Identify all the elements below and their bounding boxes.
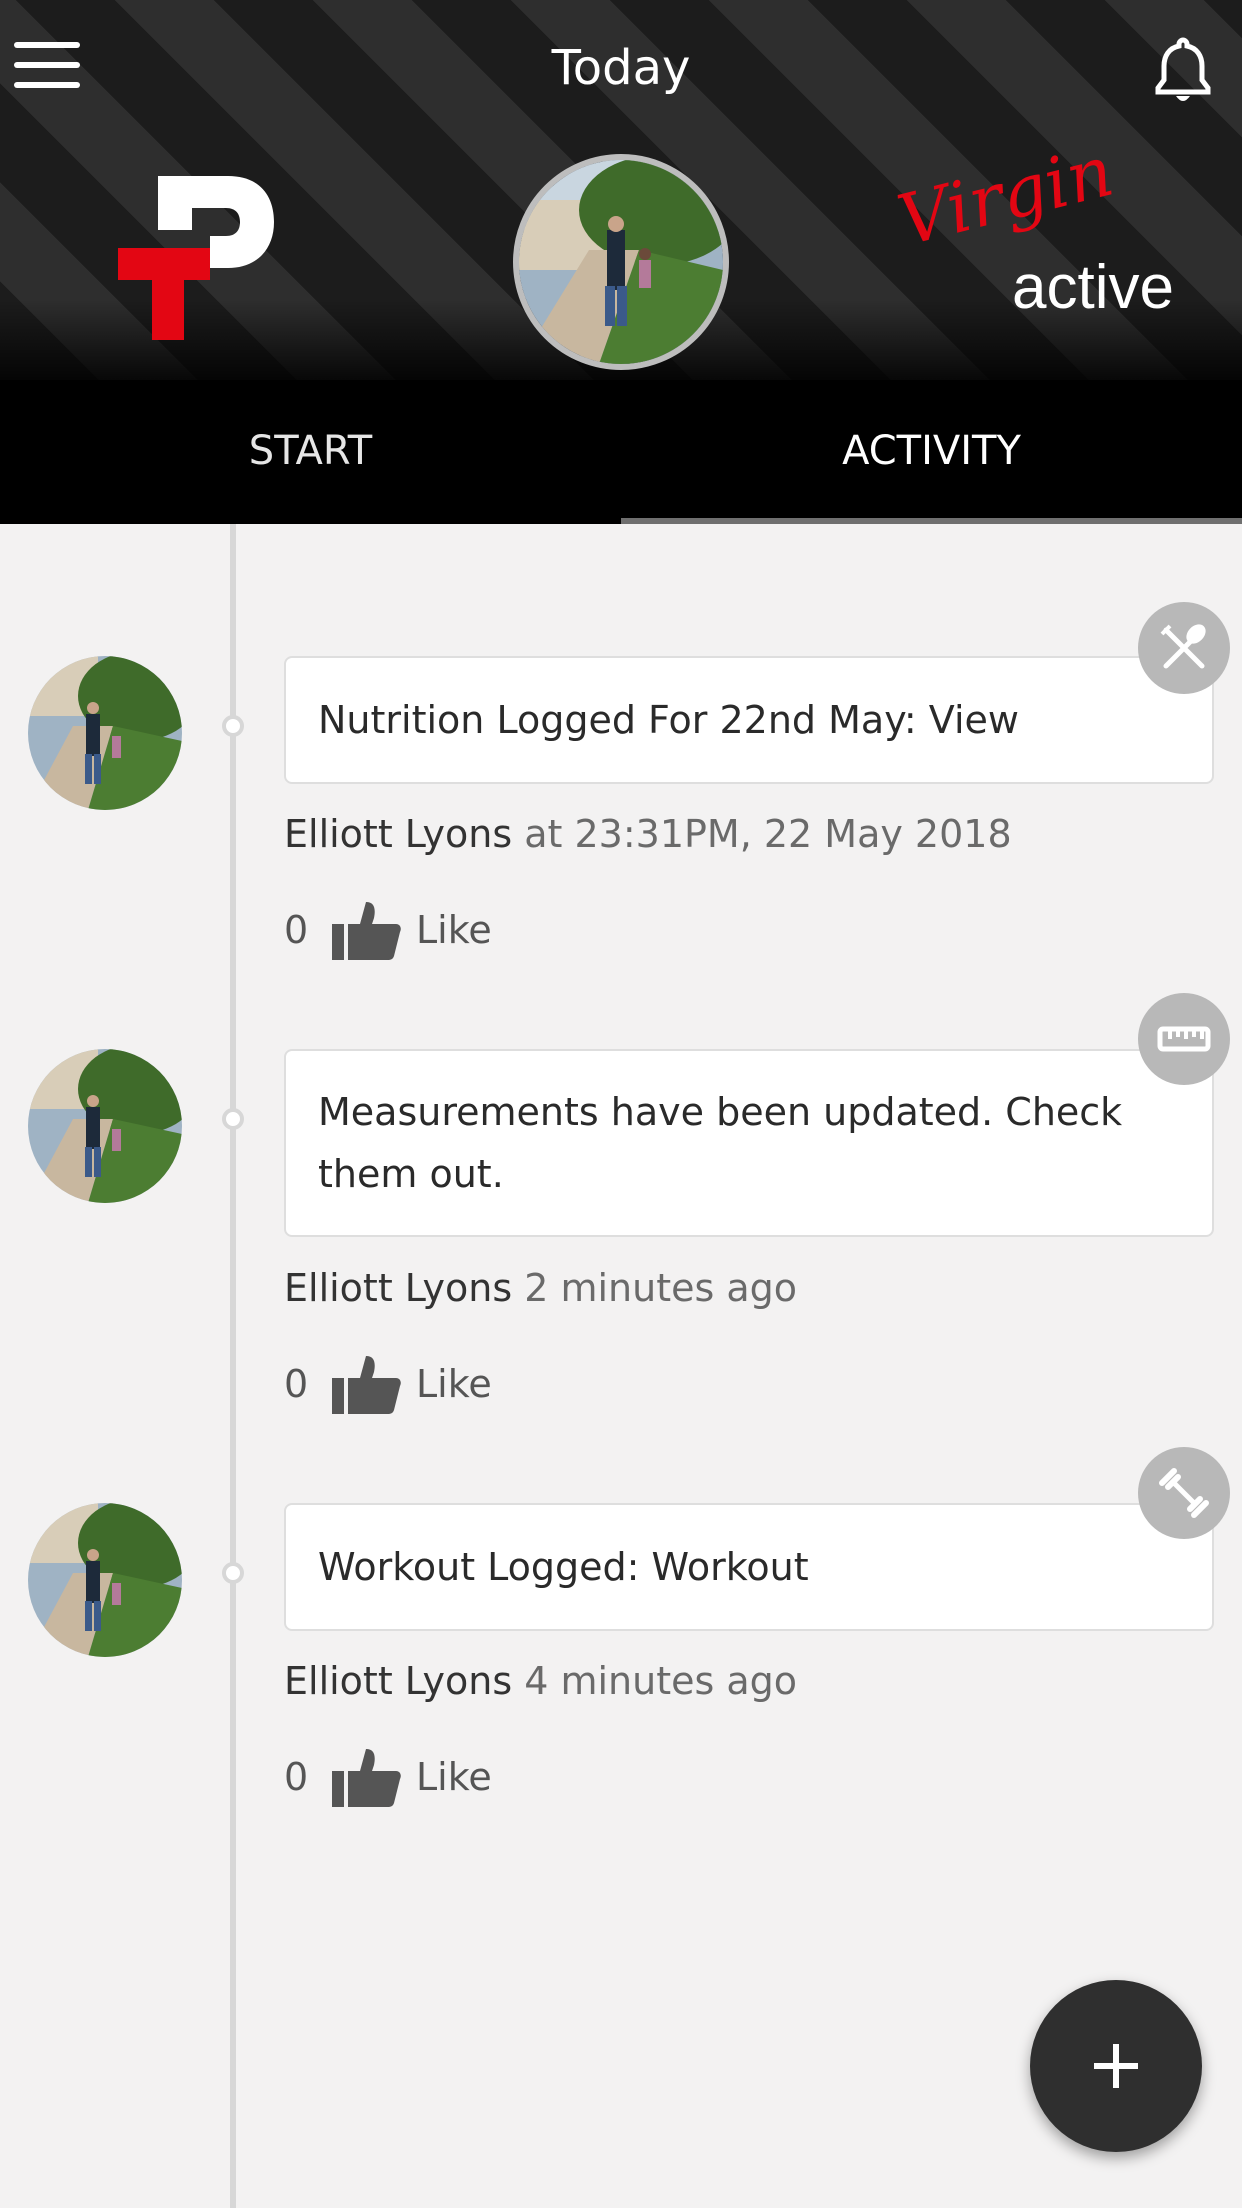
feed-timestamp: 2 minutes ago [524, 1266, 798, 1310]
page-title: Today [551, 40, 691, 96]
timeline-dot [222, 715, 244, 737]
fork-knife-icon [1138, 602, 1230, 694]
feed-card-text: Workout Logged: Workout [318, 1545, 809, 1589]
like-button[interactable]: Like [330, 1352, 492, 1416]
tab-bar: START ACTIVITY [0, 412, 1242, 524]
feed-card-text: Nutrition Logged For 22nd May: View [318, 698, 1019, 742]
feed-timestamp: 4 minutes ago [524, 1659, 798, 1703]
tab-activity[interactable]: ACTIVITY [621, 412, 1242, 524]
feed-timestamp: at 23:31PM, 22 May 2018 [524, 812, 1012, 856]
feed-user-name[interactable]: Elliott Lyons [284, 1266, 512, 1310]
feed-meta: Elliott Lyons 2 minutes ago [284, 1266, 797, 1310]
like-button[interactable]: Like [330, 1745, 492, 1809]
feed-meta: Elliott Lyons at 23:31PM, 22 May 2018 [284, 812, 1012, 856]
timeline-line [230, 524, 236, 2208]
virgin-active-logo: Virgin active [890, 129, 1174, 322]
like-row: 0 Like [284, 1742, 492, 1812]
like-row: 0 Like [284, 1349, 492, 1419]
like-row: 0 Like [284, 895, 492, 965]
feed-card[interactable]: Workout Logged: Workout [284, 1503, 1214, 1631]
tab-start[interactable]: START [0, 412, 621, 524]
profile-avatar[interactable] [513, 154, 729, 370]
bell-icon[interactable] [1150, 36, 1216, 106]
like-count: 0 [284, 1362, 309, 1406]
app-header: Today Virgin active START ACTIVITY [0, 0, 1242, 524]
like-button[interactable]: Like [330, 898, 492, 962]
timeline-dot [222, 1562, 244, 1584]
dumbbell-icon [1138, 1447, 1230, 1539]
thumbs-up-icon [332, 1749, 401, 1807]
feed-card-text: Measurements have been updated. Check th… [318, 1090, 1123, 1196]
like-count: 0 [284, 908, 309, 952]
user-avatar[interactable] [28, 1503, 182, 1657]
pt-logo [118, 176, 274, 340]
tab-selected-indicator [621, 518, 1242, 524]
ruler-icon [1138, 993, 1230, 1085]
user-avatar[interactable] [28, 1049, 182, 1203]
thumbs-up-icon [332, 1356, 401, 1414]
thumbs-up-icon [332, 902, 401, 960]
feed-card[interactable]: Nutrition Logged For 22nd May: View [284, 656, 1214, 784]
add-entry-button[interactable] [1030, 1980, 1202, 2152]
feed-meta: Elliott Lyons 4 minutes ago [284, 1659, 797, 1703]
feed-user-name[interactable]: Elliott Lyons [284, 1659, 512, 1703]
like-count: 0 [284, 1755, 309, 1799]
feed-user-name[interactable]: Elliott Lyons [284, 812, 512, 856]
feed-card[interactable]: Measurements have been updated. Check th… [284, 1049, 1214, 1237]
profile-photo [519, 160, 723, 364]
timeline-dot [222, 1108, 244, 1130]
user-avatar[interactable] [28, 656, 182, 810]
plus-icon [1094, 2044, 1138, 2088]
